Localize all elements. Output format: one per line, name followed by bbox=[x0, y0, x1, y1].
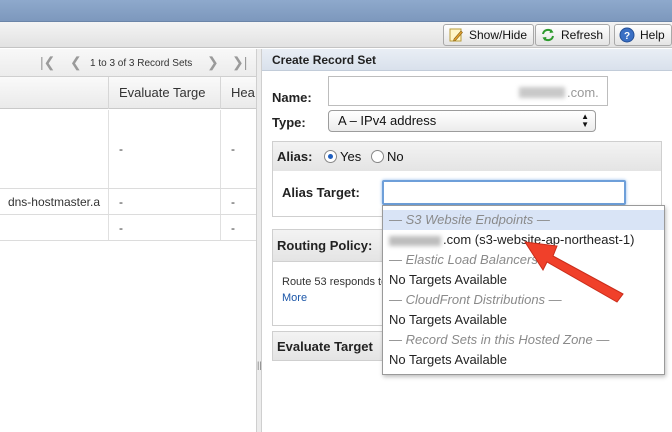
cell-evaluate: - bbox=[108, 110, 220, 188]
pencil-note-icon bbox=[448, 27, 464, 43]
pager-text: 1 to 3 of 3 Record Sets bbox=[90, 58, 193, 69]
cell-evaluate: - bbox=[108, 215, 220, 240]
splitter-grip-icon[interactable]: || bbox=[257, 360, 262, 370]
grid-header: Evaluate Targe Hea bbox=[0, 77, 256, 109]
name-label: Name: bbox=[272, 90, 312, 105]
panel-title: Create Record Set bbox=[262, 49, 672, 71]
alias-no-radio[interactable] bbox=[371, 150, 384, 163]
column-header-name[interactable] bbox=[0, 77, 108, 109]
cell-health: - bbox=[220, 110, 256, 188]
alias-label: Alias: bbox=[277, 149, 313, 164]
column-header-health-check[interactable]: Hea bbox=[220, 77, 256, 109]
first-page-icon[interactable]: |❮ bbox=[40, 55, 55, 69]
type-label: Type: bbox=[272, 115, 306, 130]
column-header-evaluate-target[interactable]: Evaluate Targe bbox=[108, 77, 220, 109]
annotation-arrow-icon bbox=[524, 241, 624, 303]
name-input[interactable]: .com. bbox=[328, 76, 608, 106]
cell-health: - bbox=[220, 215, 256, 240]
alias-yes-radio[interactable] bbox=[324, 150, 337, 163]
cell-name bbox=[0, 110, 108, 188]
table-row[interactable]: - - bbox=[0, 110, 256, 189]
show-hide-button[interactable]: Show/Hide bbox=[443, 24, 535, 46]
last-page-icon[interactable]: ❯| bbox=[232, 55, 247, 69]
toolbar: Show/Hide Refresh ? Help bbox=[0, 22, 672, 48]
routing-policy-label: Routing Policy: bbox=[277, 238, 373, 253]
next-page-icon[interactable]: ❯ bbox=[207, 55, 219, 69]
alias-section: Alias: Yes No bbox=[272, 141, 662, 172]
dropdown-group-record-sets: — Record Sets in this Hosted Zone — bbox=[389, 332, 610, 347]
help-icon: ? bbox=[619, 27, 635, 43]
cell-evaluate: - bbox=[108, 189, 220, 214]
cell-name: dns-hostmaster.a bbox=[7, 194, 100, 209]
refresh-label: Refresh bbox=[561, 28, 604, 42]
redacted-name bbox=[519, 87, 565, 98]
more-link[interactable]: More bbox=[282, 292, 307, 304]
dropdown-option-record-sets-none[interactable]: No Targets Available bbox=[383, 350, 664, 370]
help-button[interactable]: ? Help bbox=[614, 24, 672, 46]
show-hide-label: Show/Hide bbox=[469, 28, 528, 42]
dropdown-group-s3: — S3 Website Endpoints — bbox=[383, 210, 664, 230]
select-arrows-icon: ▲ ▼ bbox=[581, 112, 589, 129]
refresh-icon bbox=[540, 27, 556, 43]
alias-yes-label[interactable]: Yes bbox=[340, 149, 361, 164]
alias-target-label: Alias Target: bbox=[282, 185, 360, 200]
redacted-bucket-name bbox=[389, 235, 441, 246]
svg-text:?: ? bbox=[624, 31, 630, 42]
record-sets-grid: |❮ ❮ 1 to 3 of 3 Record Sets ❯ ❯| Evalua… bbox=[0, 49, 256, 432]
table-row[interactable]: - - bbox=[0, 215, 256, 241]
type-select[interactable]: A – IPv4 address ▲ ▼ bbox=[328, 110, 596, 132]
help-label: Help bbox=[640, 28, 665, 42]
alias-target-input[interactable] bbox=[382, 180, 626, 205]
cell-health: - bbox=[220, 189, 256, 214]
refresh-button[interactable]: Refresh bbox=[535, 24, 611, 46]
dropdown-option-cloudfront-none[interactable]: No Targets Available bbox=[383, 310, 664, 330]
pager: |❮ ❮ 1 to 3 of 3 Record Sets ❯ ❯| bbox=[0, 49, 256, 77]
routing-policy-text: Route 53 responds to bbox=[282, 276, 388, 288]
top-banner bbox=[0, 0, 672, 22]
previous-page-icon[interactable]: ❮ bbox=[70, 55, 82, 69]
name-domain-suffix: .com. bbox=[567, 85, 599, 100]
evaluate-target-label: Evaluate Target bbox=[277, 339, 373, 354]
alias-row: Alias: Yes No bbox=[273, 142, 661, 172]
type-select-value: A – IPv4 address bbox=[338, 113, 437, 128]
cell-name bbox=[0, 215, 108, 240]
table-row[interactable]: dns-hostmaster.a - - bbox=[0, 189, 256, 215]
alias-no-label[interactable]: No bbox=[387, 149, 404, 164]
